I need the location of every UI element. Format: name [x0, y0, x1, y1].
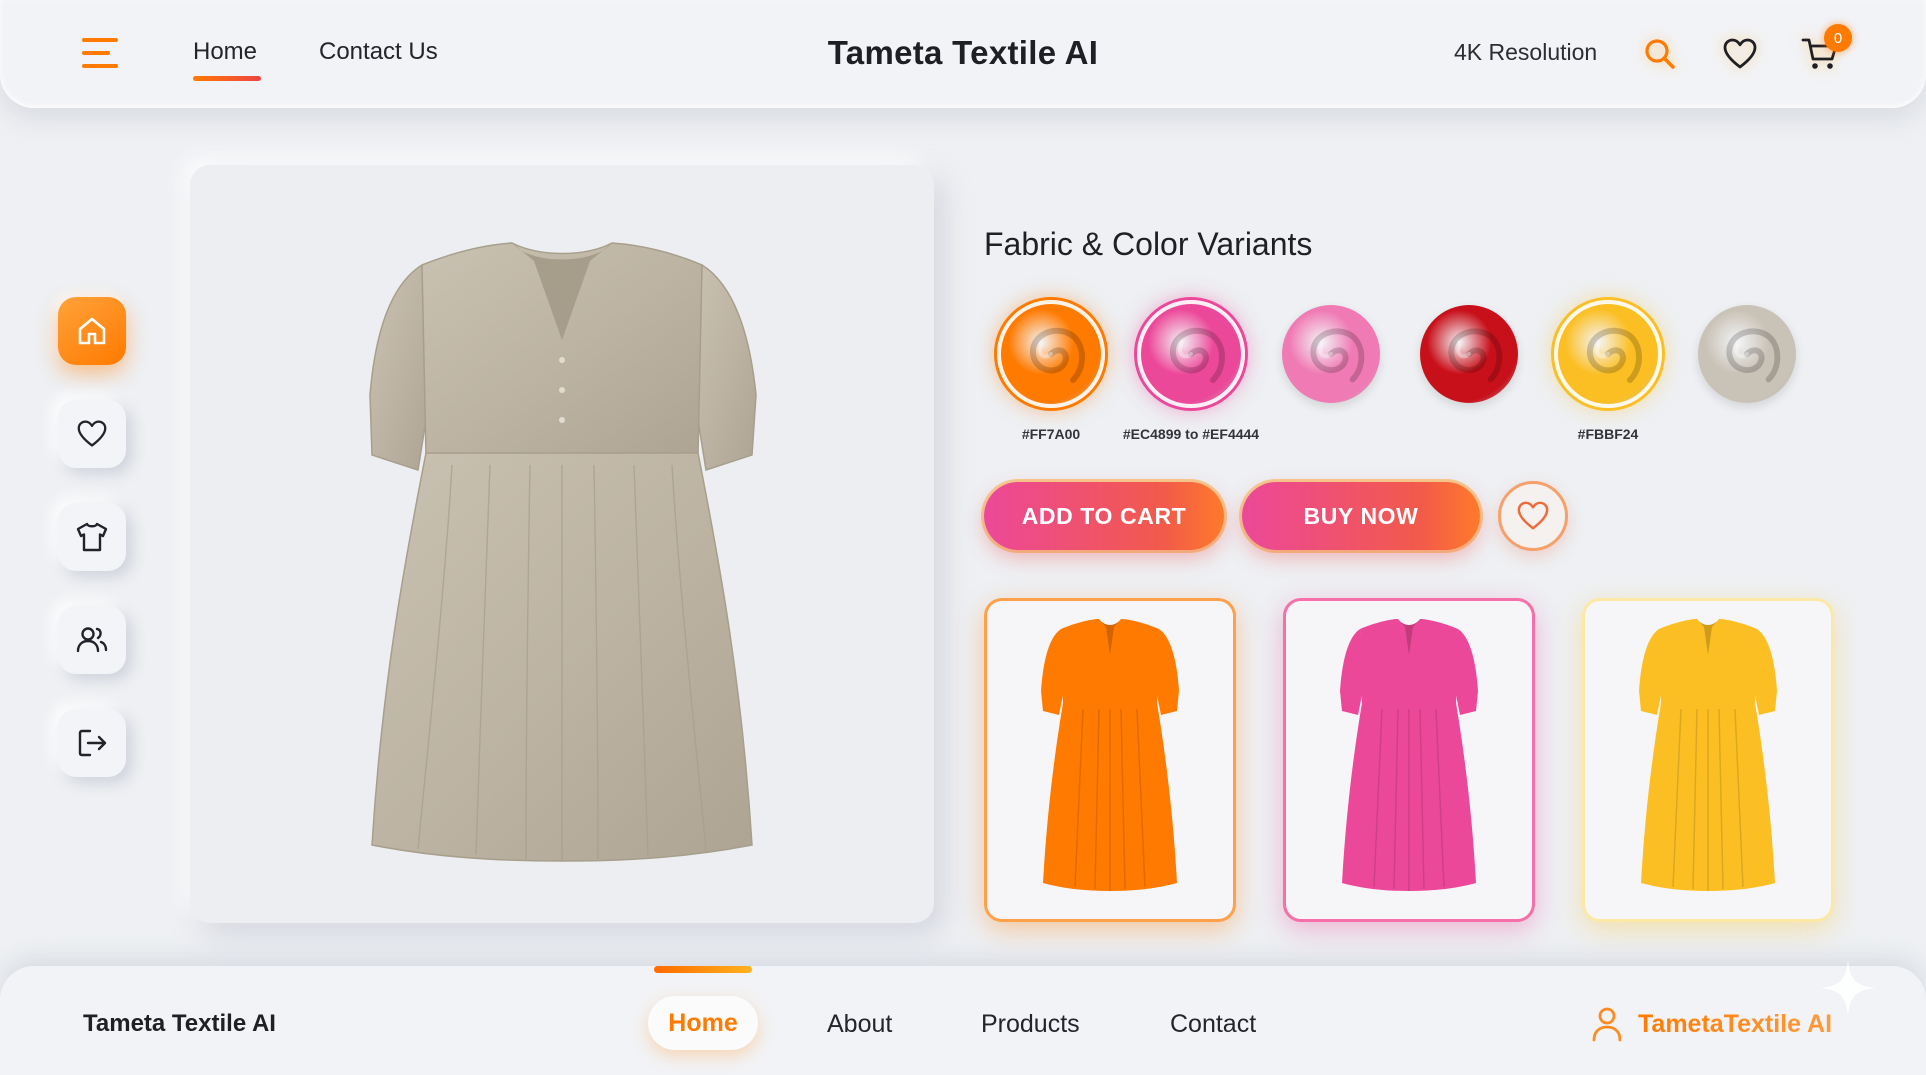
variants-section-title: Fabric & Color Variants — [984, 226, 1313, 262]
color-swatch[interactable] — [1137, 300, 1245, 408]
footer-nav-contact[interactable]: Contact — [1170, 1010, 1256, 1039]
swatch-label: #FBBF24 — [1577, 426, 1639, 442]
user-account-link[interactable]: TametaTextile AI — [1590, 1004, 1832, 1044]
cart-count-badge: 0 — [1824, 24, 1852, 52]
color-swatch[interactable] — [1554, 300, 1662, 408]
fabric-swirl-icon — [1586, 327, 1642, 383]
nav-home-link[interactable]: Home — [193, 38, 257, 66]
active-tab-indicator — [654, 966, 752, 973]
wishlist-button[interactable] — [1498, 481, 1568, 551]
variant-thumbnail-card[interactable] — [1283, 598, 1535, 922]
yellow-dress-image — [1639, 619, 1777, 891]
fabric-swirl-icon — [1726, 328, 1781, 383]
home-icon — [78, 317, 106, 345]
variant-thumbnail-card[interactable] — [984, 598, 1236, 922]
sidebar-item-home[interactable] — [58, 297, 126, 365]
user-account-label: TametaTextile AI — [1638, 1009, 1833, 1038]
sidebar-item-favorites[interactable] — [58, 400, 126, 468]
heart-icon[interactable] — [1718, 32, 1762, 76]
variant-thumbnail-card[interactable] — [1582, 598, 1834, 922]
resolution-label: 4K Resolution — [1454, 39, 1598, 65]
user-icon — [1592, 1007, 1622, 1042]
pink-dress-image — [1340, 619, 1478, 891]
fabric-swirl-icon — [1310, 328, 1365, 383]
heart-icon — [77, 420, 107, 447]
beige-linen-dress-image — [369, 242, 757, 862]
sidebar-item-users[interactable] — [58, 606, 126, 674]
color-swatch[interactable] — [997, 300, 1105, 408]
main-product-image-card — [190, 165, 934, 923]
footer-nav-products[interactable]: Products — [981, 1010, 1080, 1039]
active-nav-underline — [193, 76, 261, 81]
fabric-swirl-icon — [1169, 327, 1225, 383]
color-swatch[interactable] — [1282, 305, 1380, 403]
users-icon — [76, 627, 108, 653]
heart-icon — [1517, 501, 1549, 530]
fabric-swirl-icon — [1029, 327, 1085, 383]
color-swatch[interactable] — [1698, 305, 1796, 403]
sparkle-decoration-icon — [1820, 960, 1876, 1016]
shirt-icon — [76, 522, 108, 552]
footer-brand: Tameta Textile AI — [83, 1010, 276, 1037]
sidebar-item-logout[interactable] — [58, 709, 126, 777]
search-icon[interactable] — [1638, 32, 1682, 76]
hamburger-menu-icon[interactable] — [82, 38, 122, 68]
logout-icon — [78, 729, 107, 757]
footer-nav-about[interactable]: About — [827, 1010, 892, 1039]
footer-nav-home[interactable]: Home — [648, 996, 758, 1050]
fabric-swirl-icon — [1448, 328, 1503, 383]
color-swatch[interactable] — [1420, 305, 1518, 403]
nav-contact-us-link[interactable]: Contact Us — [319, 38, 438, 66]
add-to-cart-button[interactable]: ADD TO CART — [984, 482, 1224, 550]
orange-dress-image — [1041, 619, 1179, 891]
swatch-label: #EC4899 to #EF4444 — [1122, 426, 1260, 442]
sidebar-item-clothing[interactable] — [58, 503, 126, 571]
top-navigation-bar: Home Contact Us Tameta Textile AI 4K Res… — [0, 0, 1926, 108]
buy-now-button[interactable]: BUY NOW — [1242, 482, 1480, 550]
